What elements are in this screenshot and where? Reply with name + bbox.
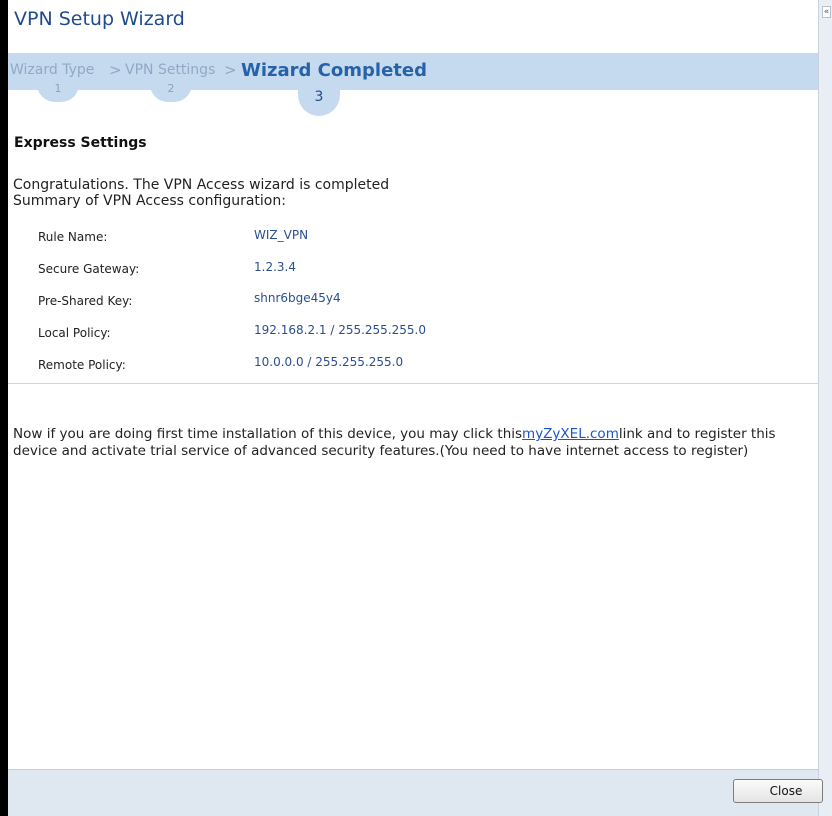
- secure-gateway-value: 1.2.3.4: [254, 260, 296, 274]
- pre-shared-key-value: shnr6bge45y4: [254, 291, 341, 305]
- footer-bar: [8, 769, 818, 816]
- window-title: VPN Setup Wizard: [14, 8, 185, 30]
- secure-gateway-label: Secure Gateway:: [38, 262, 140, 276]
- wizard-window: VPN Setup Wizard « Wizard Type > VPN Set…: [0, 0, 832, 816]
- close-button[interactable]: Close: [733, 779, 823, 803]
- myzyxel-link[interactable]: myZyXEL.com: [522, 426, 619, 442]
- remote-policy-value: 10.0.0.0 / 255.255.255.0: [254, 355, 404, 369]
- completion-message: Congratulations. The VPN Access wizard i…: [13, 177, 390, 193]
- rule-name-value: WIZ_VPN: [254, 228, 309, 242]
- rule-name-label: Rule Name:: [38, 230, 108, 244]
- step-number-3: 3: [298, 84, 340, 116]
- step-number-1: 1: [37, 80, 79, 102]
- side-scroll-strip[interactable]: «: [818, 0, 832, 816]
- remote-policy-label: Remote Policy:: [38, 358, 126, 372]
- collapse-icon[interactable]: «: [822, 6, 831, 18]
- step-wizard-type: Wizard Type: [10, 62, 95, 78]
- local-policy-value: 192.168.2.1 / 255.255.255.0: [254, 323, 426, 337]
- step-number-2: 2: [150, 80, 192, 102]
- window-left-border: [0, 0, 8, 816]
- divider: [8, 383, 818, 384]
- step-wizard-completed: Wizard Completed: [241, 60, 427, 81]
- summary-heading: Summary of VPN Access configuration:: [13, 193, 286, 209]
- section-title: Express Settings: [14, 135, 147, 151]
- step-separator-icon: >: [224, 61, 237, 79]
- wizard-steps-bar: Wizard Type > VPN Settings > Wizard Comp…: [8, 53, 818, 90]
- local-policy-label: Local Policy:: [38, 326, 111, 340]
- step-separator-icon: >: [109, 61, 122, 79]
- pre-shared-key-label: Pre-Shared Key:: [38, 294, 133, 308]
- note-text-before: Now if you are doing first time installa…: [13, 426, 523, 442]
- title-bar: VPN Setup Wizard: [8, 0, 818, 40]
- step-vpn-settings: VPN Settings: [125, 62, 216, 78]
- registration-note: Now if you are doing first time installa…: [13, 426, 813, 460]
